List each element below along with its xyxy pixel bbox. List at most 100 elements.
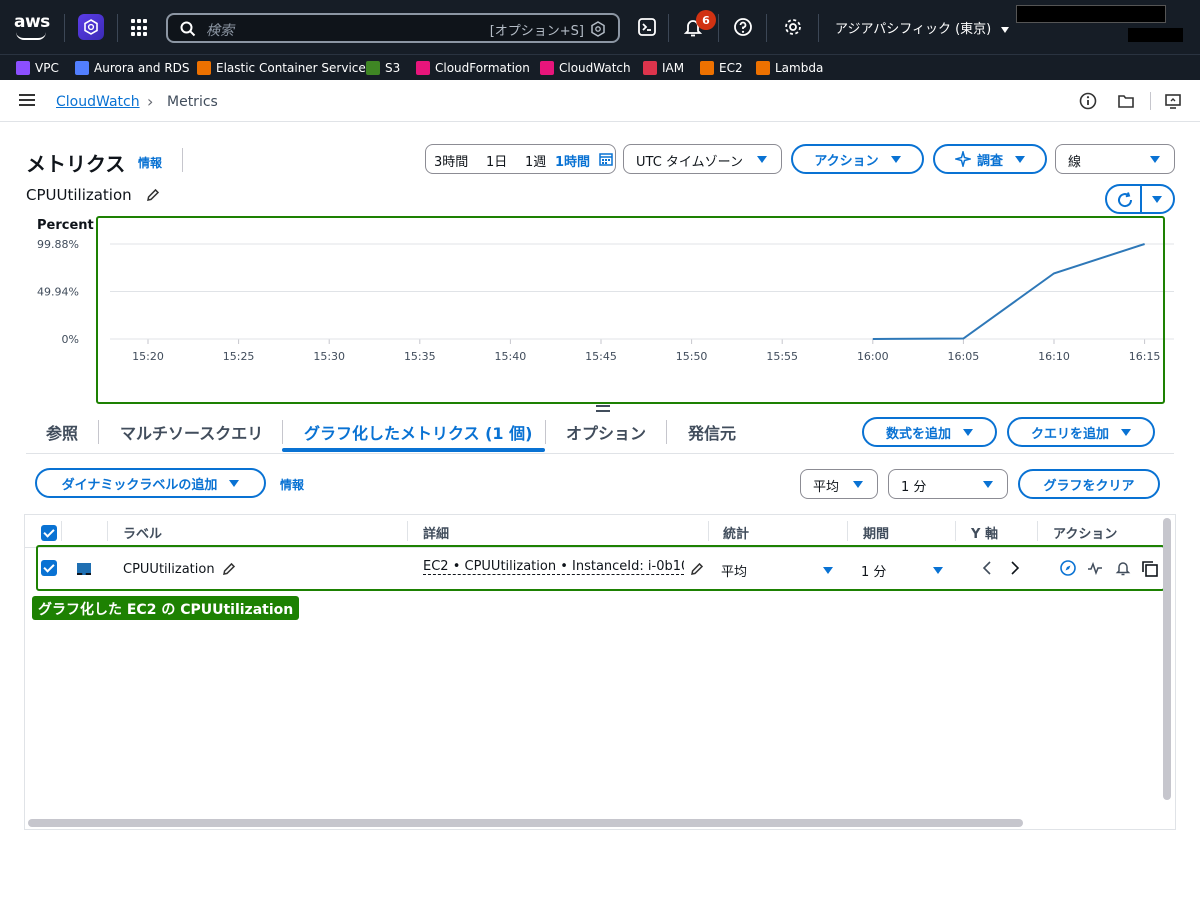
calendar-icon[interactable]: [599, 152, 613, 166]
favorite-cloudformation[interactable]: CloudFormation: [416, 61, 530, 75]
series-color-swatch[interactable]: [77, 563, 91, 575]
help-icon[interactable]: [732, 16, 754, 38]
edit-pencil-icon[interactable]: [146, 188, 160, 202]
apps-grid-icon[interactable]: [131, 19, 149, 37]
sparkle-icon: [954, 151, 971, 167]
add-math-caret-icon: [963, 428, 973, 436]
add-dynamic-label-button[interactable]: ダイナミックラベルの追加: [35, 468, 266, 498]
favorite-lambda[interactable]: Lambda: [756, 61, 823, 75]
vpc-icon: [16, 61, 30, 75]
add-query-button[interactable]: クエリを追加: [1007, 417, 1155, 447]
create-alarm-bell-icon[interactable]: [1115, 560, 1131, 576]
graph-type-dropdown[interactable]: 線: [1055, 144, 1175, 174]
favorite-ecs[interactable]: Elastic Container Service: [197, 61, 366, 75]
column-header-label[interactable]: ラベル: [123, 523, 162, 542]
anomaly-detection-icon[interactable]: [1087, 560, 1103, 576]
screen-share-icon[interactable]: [1164, 92, 1182, 110]
statistic-label: 平均: [813, 480, 840, 495]
period-dropdown[interactable]: 1 分: [888, 469, 1008, 499]
vertical-scrollbar[interactable]: [1163, 518, 1171, 800]
statistic-dropdown[interactable]: 平均: [800, 469, 878, 499]
duplicate-copy-icon[interactable]: [1141, 560, 1159, 578]
row-label[interactable]: CPUUtilization: [123, 562, 215, 577]
clear-graph-button[interactable]: グラフをクリア: [1018, 469, 1160, 499]
x-tick-label: 16:15: [1129, 350, 1161, 363]
column-header-period[interactable]: 期間: [863, 523, 889, 542]
time-range-1h-active[interactable]: 1時間: [555, 151, 590, 170]
column-header-y-axis[interactable]: Y 軸: [971, 523, 998, 542]
edit-details-pencil-icon[interactable]: [690, 562, 704, 576]
tab-options[interactable]: オプション: [566, 420, 646, 444]
select-all-checkbox[interactable]: [41, 525, 57, 541]
topbar-divider: [117, 14, 118, 42]
favorite-s3[interactable]: S3: [366, 61, 400, 75]
title-info-link[interactable]: 情報: [138, 154, 162, 171]
favorite-cloudwatch[interactable]: CloudWatch: [540, 61, 631, 75]
actions-caret-icon: [890, 155, 901, 163]
refresh-interval-caret-icon[interactable]: [1152, 196, 1162, 203]
active-tab-indicator: [282, 448, 545, 452]
header-divider: [1037, 521, 1038, 541]
dynamic-label-text: ダイナミックラベルの追加: [61, 477, 218, 493]
tab-graphed-metrics[interactable]: グラフ化したメトリクス (1 個): [304, 420, 532, 444]
region-label: アジアパシフィック (東京): [835, 22, 992, 37]
investigate-button[interactable]: 調査: [933, 144, 1047, 174]
favorite-iam[interactable]: IAM: [643, 61, 684, 75]
timezone-dropdown[interactable]: UTC タイムゾーン: [623, 144, 782, 174]
cloudshell-icon[interactable]: [636, 16, 658, 38]
settings-gear-icon[interactable]: [782, 16, 804, 38]
dynamic-label-info-link[interactable]: 情報: [280, 476, 304, 493]
favorite-label: Lambda: [775, 61, 824, 75]
resize-handle-icon[interactable]: [596, 405, 610, 407]
column-header-actions[interactable]: アクション: [1053, 523, 1117, 542]
time-range-1d[interactable]: 1日: [486, 151, 507, 170]
favorite-aurora-rds[interactable]: Aurora and RDS: [75, 61, 190, 75]
menu-hamburger-icon[interactable]: [19, 94, 35, 106]
graphed-metrics-table: ラベル 詳細 統計 期間 Y 軸 アクション CPUUtilization EC…: [24, 514, 1176, 830]
compass-explore-icon[interactable]: [1060, 560, 1076, 576]
search-input[interactable]: 検索 [オプション+S]: [166, 13, 620, 43]
row-statistic[interactable]: 平均: [721, 561, 747, 580]
favorite-label: Elastic Container Service: [216, 61, 366, 75]
region-selector[interactable]: アジアパシフィック (東京): [835, 18, 1010, 37]
clear-graph-label: グラフをクリア: [1043, 478, 1135, 494]
row-checkbox[interactable]: [41, 560, 57, 576]
cloudformation-icon: [416, 61, 430, 75]
amazon-q-icon[interactable]: [78, 14, 104, 40]
favorite-vpc[interactable]: VPC: [16, 61, 59, 75]
folder-icon[interactable]: [1117, 92, 1135, 110]
topbar-divider: [818, 14, 819, 42]
breadcrumb-cloudwatch-link[interactable]: CloudWatch: [56, 94, 140, 110]
row-period-caret-icon[interactable]: [933, 567, 943, 574]
account-id-redacted: [1128, 28, 1183, 42]
y-axis-right-chevron-icon[interactable]: [1009, 561, 1021, 575]
row-period[interactable]: 1 分: [861, 561, 886, 580]
row-details[interactable]: EC2 • CPUUtilization • InstanceId: i-0b1…: [423, 559, 684, 575]
refresh-icon[interactable]: [1116, 191, 1134, 209]
header-divider: [708, 521, 709, 541]
aws-logo[interactable]: aws: [14, 12, 50, 42]
tab-multi-source-query[interactable]: マルチソースクエリ: [120, 420, 263, 444]
tab-browse[interactable]: 参照: [46, 420, 78, 444]
tab-source[interactable]: 発信元: [688, 420, 736, 444]
info-panel-icon[interactable]: [1079, 92, 1097, 110]
timezone-label: UTC タイムゾーン: [636, 155, 743, 170]
metric-name-title: CPUUtilization: [26, 186, 160, 204]
amazon-q-search-icon[interactable]: [590, 21, 606, 37]
y-axis-left-chevron-icon[interactable]: [981, 561, 993, 575]
account-menu-redacted[interactable]: [1016, 5, 1166, 23]
row-statistic-caret-icon[interactable]: [823, 567, 833, 574]
edit-label-pencil-icon[interactable]: [222, 562, 236, 576]
time-range-1w[interactable]: 1週: [525, 151, 546, 170]
horizontal-scrollbar[interactable]: [28, 819, 1023, 827]
time-range-3h[interactable]: 3時間: [434, 151, 468, 170]
add-math-button[interactable]: 数式を追加: [862, 417, 997, 447]
region-caret-icon: [1001, 26, 1010, 33]
column-header-details[interactable]: 詳細: [423, 523, 449, 542]
graph-type-caret-icon: [1150, 156, 1160, 163]
actions-button[interactable]: アクション: [791, 144, 924, 174]
topbar-divider: [718, 14, 719, 42]
column-header-statistic[interactable]: 統計: [723, 523, 749, 542]
favorite-ec2[interactable]: EC2: [700, 61, 743, 75]
y-tick-label: 99.88%: [37, 238, 79, 251]
